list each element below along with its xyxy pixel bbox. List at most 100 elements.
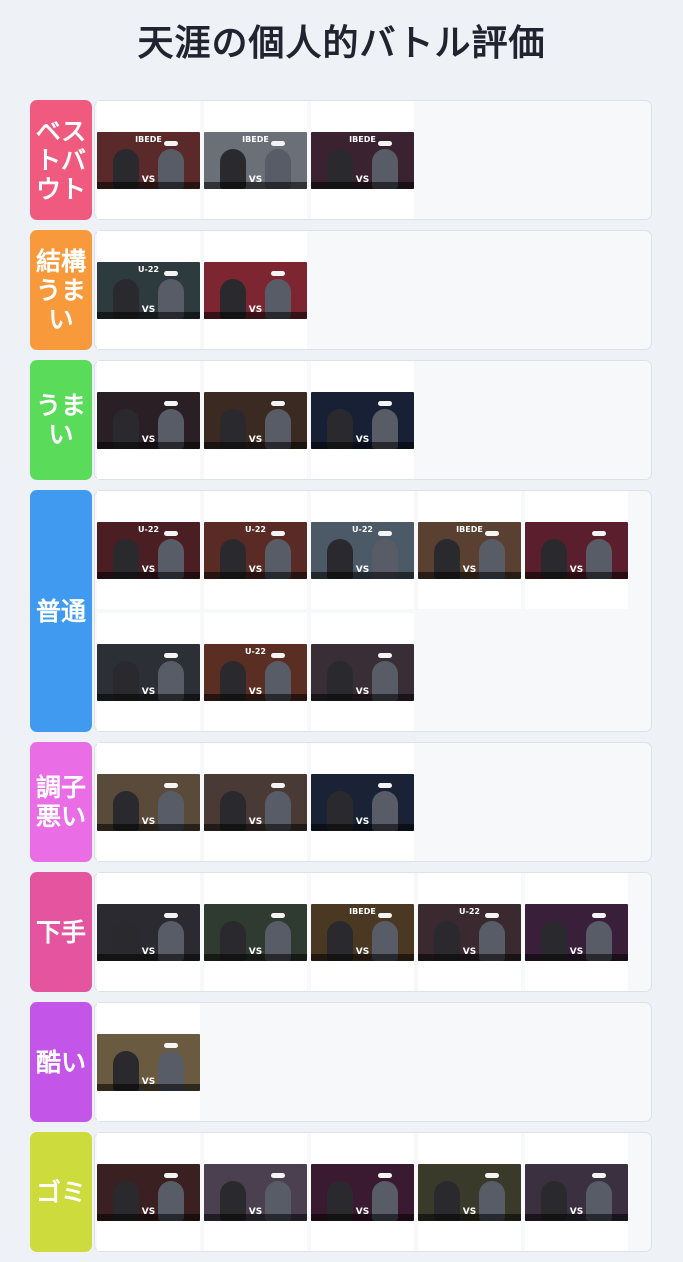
- battle-card[interactable]: VS: [204, 743, 307, 861]
- battle-thumbnail[interactable]: VS: [204, 1163, 307, 1221]
- tier-items[interactable]: U-22 VS VS: [94, 230, 652, 350]
- battle-card[interactable]: VS: [418, 1133, 521, 1251]
- vs-label: VS: [569, 1206, 584, 1217]
- battle-thumbnail[interactable]: U-22 VS: [204, 643, 307, 701]
- vs-label: VS: [462, 1206, 477, 1217]
- tier-items[interactable]: VS VS VS: [94, 360, 652, 480]
- battle-card[interactable]: VS: [525, 873, 628, 991]
- tier-items[interactable]: VS VS VS: [94, 742, 652, 862]
- vs-label: VS: [141, 1206, 156, 1217]
- battle-thumbnail[interactable]: U-22 VS: [311, 521, 414, 579]
- battle-card[interactable]: VS: [97, 613, 200, 731]
- vs-label: VS: [355, 434, 370, 445]
- battle-thumbnail[interactable]: IBEDE VS: [311, 903, 414, 961]
- tier-label[interactable]: うまい: [30, 360, 92, 480]
- tier-items[interactable]: IBEDE VS IBEDE VS IBEDE VS: [94, 100, 652, 220]
- mask-icon: [378, 912, 392, 918]
- mask-icon: [271, 912, 285, 918]
- battle-card[interactable]: VS: [97, 873, 200, 991]
- battle-thumbnail[interactable]: VS: [97, 903, 200, 961]
- vs-label: VS: [248, 434, 263, 445]
- battle-card[interactable]: IBEDE VS: [204, 101, 307, 219]
- battle-card[interactable]: U-22 VS: [97, 231, 200, 349]
- battle-thumbnail[interactable]: VS: [204, 391, 307, 449]
- battle-thumbnail[interactable]: VS: [97, 1163, 200, 1221]
- mask-icon: [378, 140, 392, 146]
- tier-label[interactable]: 普通: [30, 490, 92, 732]
- battle-card[interactable]: VS: [311, 361, 414, 479]
- tier-label-text: うまい: [35, 391, 86, 449]
- mask-icon: [271, 1172, 285, 1178]
- tier-label-text: 結構うまい: [35, 246, 86, 334]
- battle-thumbnail[interactable]: VS: [204, 261, 307, 319]
- battle-card[interactable]: U-22 VS: [311, 491, 414, 609]
- battle-card[interactable]: U-22 VS: [418, 873, 521, 991]
- mask-icon: [164, 530, 178, 536]
- battle-card[interactable]: VS: [311, 1133, 414, 1251]
- battle-card[interactable]: VS: [311, 613, 414, 731]
- battle-thumbnail[interactable]: VS: [525, 1163, 628, 1221]
- battle-thumbnail[interactable]: U-22 VS: [97, 261, 200, 319]
- battle-thumbnail[interactable]: VS: [525, 521, 628, 579]
- battle-card[interactable]: VS: [311, 743, 414, 861]
- battle-thumbnail[interactable]: VS: [525, 903, 628, 961]
- vs-label: VS: [569, 946, 584, 957]
- battle-card[interactable]: VS: [97, 361, 200, 479]
- vs-label: VS: [248, 174, 263, 185]
- tier-items[interactable]: VS VS VS VS VS: [94, 1132, 652, 1252]
- battle-thumbnail[interactable]: VS: [311, 1163, 414, 1221]
- tier-label[interactable]: 下手: [30, 872, 92, 992]
- battle-card[interactable]: VS: [204, 1133, 307, 1251]
- event-logo: IBEDE: [456, 524, 483, 534]
- battle-thumbnail[interactable]: VS: [97, 643, 200, 701]
- battle-thumbnail[interactable]: IBEDE VS: [418, 521, 521, 579]
- battle-card[interactable]: VS: [525, 1133, 628, 1251]
- battle-card[interactable]: IBEDE VS: [311, 101, 414, 219]
- battle-thumbnail[interactable]: VS: [204, 773, 307, 831]
- battle-card[interactable]: IBEDE VS: [311, 873, 414, 991]
- tier-row: ベストバウト IBEDE VS IBEDE VS IBEDE VS: [30, 100, 652, 220]
- battle-thumbnail[interactable]: VS: [311, 391, 414, 449]
- tier-label[interactable]: 結構うまい: [30, 230, 92, 350]
- battle-card[interactable]: VS: [525, 491, 628, 609]
- battle-card[interactable]: VS: [204, 361, 307, 479]
- battle-thumbnail[interactable]: U-22 VS: [204, 521, 307, 579]
- vs-label: VS: [248, 304, 263, 315]
- tier-label[interactable]: ベストバウト: [30, 100, 92, 220]
- battle-thumbnail[interactable]: IBEDE VS: [97, 131, 200, 189]
- battle-card[interactable]: U-22 VS: [204, 491, 307, 609]
- tier-items[interactable]: VS: [94, 1002, 652, 1122]
- tier-label[interactable]: 調子悪い: [30, 742, 92, 862]
- mask-icon: [164, 140, 178, 146]
- battle-card[interactable]: IBEDE VS: [97, 101, 200, 219]
- battle-card[interactable]: VS: [204, 231, 307, 349]
- event-logo: IBEDE: [135, 134, 162, 144]
- battle-thumbnail[interactable]: U-22 VS: [97, 521, 200, 579]
- tier-label[interactable]: 酷い: [30, 1002, 92, 1122]
- mask-icon: [164, 270, 178, 276]
- battle-thumbnail[interactable]: VS: [311, 773, 414, 831]
- battle-thumbnail[interactable]: U-22 VS: [418, 903, 521, 961]
- battle-card[interactable]: U-22 VS: [97, 491, 200, 609]
- battle-card[interactable]: VS: [204, 873, 307, 991]
- tier-label[interactable]: ゴミ: [30, 1132, 92, 1252]
- battle-card[interactable]: IBEDE VS: [418, 491, 521, 609]
- battle-card[interactable]: U-22 VS: [204, 613, 307, 731]
- battle-thumbnail[interactable]: IBEDE VS: [311, 131, 414, 189]
- event-logo: U-22: [459, 906, 480, 916]
- battle-thumbnail[interactable]: VS: [97, 1033, 200, 1091]
- battle-thumbnail[interactable]: VS: [97, 773, 200, 831]
- battle-thumbnail[interactable]: IBEDE VS: [204, 131, 307, 189]
- battle-thumbnail[interactable]: VS: [204, 903, 307, 961]
- battle-card[interactable]: VS: [97, 1133, 200, 1251]
- tier-items[interactable]: VS VS IBEDE VS U-22 VS VS: [94, 872, 652, 992]
- battle-card[interactable]: VS: [97, 743, 200, 861]
- battle-thumbnail[interactable]: VS: [418, 1163, 521, 1221]
- battle-thumbnail[interactable]: VS: [311, 643, 414, 701]
- tier-items[interactable]: U-22 VS U-22 VS U-22 VS IBEDE VS VS VS U-22 VS VS: [94, 490, 652, 732]
- battle-thumbnail[interactable]: VS: [97, 391, 200, 449]
- tier-label-text: ベストバウト: [35, 116, 87, 204]
- event-logo: U-22: [245, 646, 266, 656]
- battle-card[interactable]: VS: [97, 1003, 200, 1121]
- mask-icon: [164, 400, 178, 406]
